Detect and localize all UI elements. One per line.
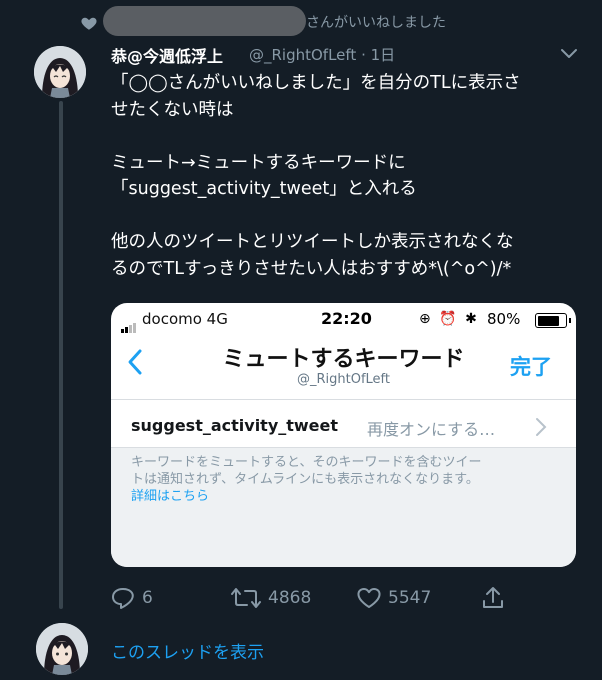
keyword-expiry: 再度オンにする… xyxy=(367,420,496,439)
signal-icon xyxy=(121,314,137,333)
author-avatar[interactable] xyxy=(34,46,86,98)
share-button[interactable] xyxy=(482,586,504,610)
heart-outline-icon xyxy=(357,588,381,608)
show-thread-link[interactable]: このスレッドを表示 xyxy=(111,638,264,663)
author-name[interactable]: 恭@今週低浮上 xyxy=(111,43,223,67)
retweet-icon xyxy=(231,588,261,608)
help-text: トは通知されず、タイムラインにも表示されなくなります。 xyxy=(131,472,479,487)
status-bar: docomo 4G 22:20 ⊕ ⏰ ✱ 80% xyxy=(111,303,576,335)
clock: 22:20 xyxy=(321,309,372,328)
tweet-line: 「suggest_activity_tweet」と入れる xyxy=(111,179,417,199)
retweet-button[interactable]: 4868 xyxy=(230,586,311,610)
tweet-line: るのでTLすっきりさせたい人はおすすめ*\(^o^)/* xyxy=(111,258,512,279)
tweet-text: 「◯◯さんがいいねしました」を自分のTLに表示さ せたくない時は ミュート→ミュ… xyxy=(111,70,591,282)
author-handle-time[interactable]: @_RightOfLeft · 1日 xyxy=(249,44,395,65)
tweet-line: せたくない時は xyxy=(111,99,234,120)
like-button[interactable]: 5547 xyxy=(356,586,431,610)
reply-icon xyxy=(112,588,134,609)
reply-button[interactable]: 6 xyxy=(110,586,153,610)
retweet-count: 4868 xyxy=(268,588,312,608)
chevron-right-icon xyxy=(536,418,547,436)
reply-count: 6 xyxy=(142,588,153,608)
help-link: 詳細はこちら xyxy=(131,489,210,504)
help-text: キーワードをミュートすると、そのキーワードを含むツイー xyxy=(131,455,482,470)
social-context-text: さんがいいねしました xyxy=(306,15,446,31)
chevron-down-icon[interactable] xyxy=(560,48,578,60)
help-box: キーワードをミュートすると、そのキーワードを含むツイー トは通知されず、タイムラ… xyxy=(111,448,576,567)
nav-title: ミュートするキーワード xyxy=(222,347,465,372)
battery-icon xyxy=(535,313,571,328)
divider xyxy=(111,399,576,400)
tweet-line xyxy=(111,123,591,150)
tweet-line: 「◯◯さんがいいねしました」を自分のTLに表示さ xyxy=(111,73,521,93)
muted-keyword: suggest_activity_tweet xyxy=(131,416,339,435)
status-icons: ⊕ ⏰ ✱ xyxy=(419,311,479,327)
battery-percent: 80% xyxy=(487,310,521,328)
tweet-line: ミュート→ミュートするキーワードに xyxy=(111,152,406,173)
done-button: 完了 xyxy=(510,355,552,379)
heart-icon xyxy=(81,17,97,30)
tweet-line xyxy=(111,203,591,230)
nav-subtitle: @_RightOfLeft xyxy=(297,372,390,387)
tweet-line: 他の人のツイートとリツイートしか表示されなくな xyxy=(111,232,514,252)
attached-image[interactable]: docomo 4G 22:20 ⊕ ⏰ ✱ 80% ミュートするキーワード @_… xyxy=(111,303,576,567)
blurred-username xyxy=(103,6,306,36)
thread-avatar[interactable] xyxy=(36,623,88,675)
like-count: 5547 xyxy=(388,588,432,608)
thread-line xyxy=(59,101,63,609)
carrier-label: docomo 4G xyxy=(142,310,228,328)
share-icon xyxy=(483,587,503,608)
